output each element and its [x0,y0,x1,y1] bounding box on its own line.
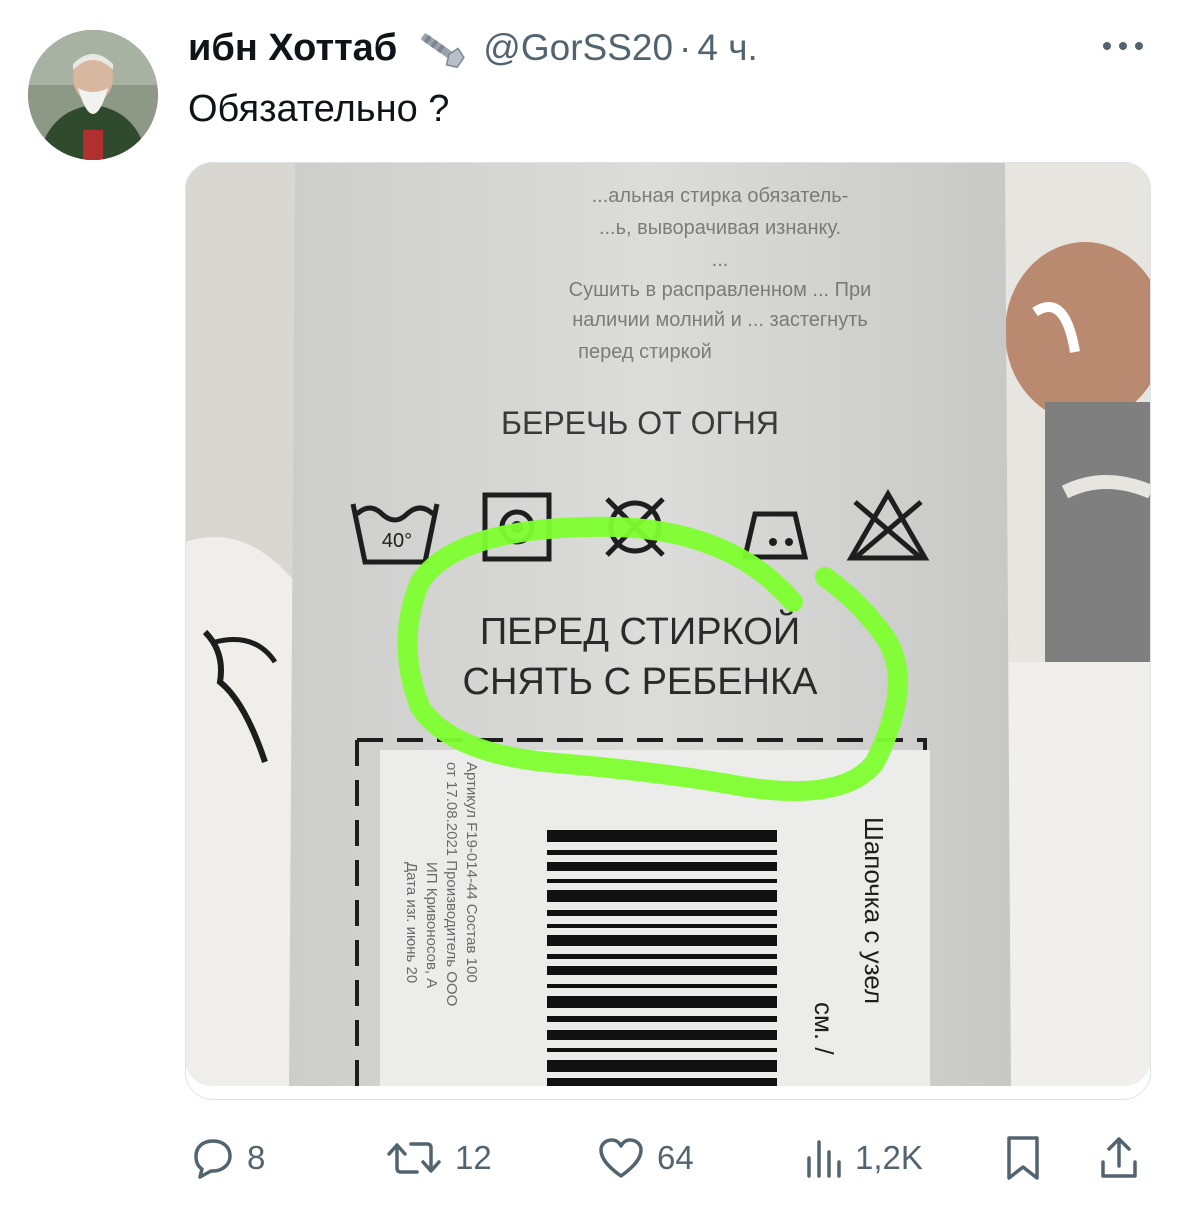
highlight-line-2: СНЯТЬ С РЕБЕНКА [463,661,819,703]
separator-dot: · [679,27,692,68]
highlight-line-1: ПЕРЕД СТИРКОЙ [480,608,800,653]
barcode-text: от 17.08.2021 Производитель ООО [443,762,460,1006]
retweet-button[interactable]: 12 [385,1128,492,1188]
like-count: 64 [657,1139,694,1176]
tweet-header: ибн Хоттаб @GorSS20 · 4 ч. [188,22,758,74]
care-text-line: Сушить в расправленном ... При [569,279,872,301]
avatar[interactable] [28,30,158,160]
bookmark-icon [1003,1134,1043,1182]
views-count: 1,2K [855,1139,923,1176]
wash-temp-text: 40° [382,530,412,552]
action-bar: 8 12 64 1,2K [185,1128,1151,1188]
product-size-text: см. / [809,1002,839,1055]
product-name-text: Шапочка с узел [859,817,889,1004]
clothing-label-photo: ...альная стирка обязатель- ...ь, вывора… [185,162,1151,1086]
care-text-line: ...альная стирка обязатель- [592,185,849,207]
care-text-line: наличии молний и ... застегнуть [572,309,868,331]
share-icon [1097,1134,1141,1182]
bolt-wrench-icon [411,27,469,69]
more-dots-icon[interactable] [1098,28,1148,64]
author-handle[interactable]: @GorSS20 [483,27,673,69]
barcode-text: Артикул F19-014-44 Состав 100 [463,762,480,983]
post-time[interactable]: 4 ч. [697,27,757,69]
bar-chart-icon [803,1136,843,1180]
barcode-text: Дата изг. июнь 20 [403,862,420,983]
reply-count: 8 [247,1139,266,1176]
reply-button[interactable]: 8 [191,1128,265,1188]
comment-icon [191,1136,235,1180]
fire-warning-text: БЕРЕЧЬ ОТ ОГНЯ [501,405,779,441]
share-button[interactable] [1097,1128,1141,1188]
author-name[interactable]: ибн Хоттаб [188,27,397,70]
tweet-text: Обязательно ? [188,88,450,130]
heart-icon [597,1136,645,1180]
retweet-count: 12 [455,1139,492,1176]
care-text-line: ... [712,249,729,271]
barcode-text: ИП Кривоносов, А [423,862,440,988]
care-text-line: ...ь, выворачивая изнанку. [599,217,841,239]
care-text-line: перед стиркой [578,341,712,363]
tweet-photo[interactable]: ...альная стирка обязатель- ...ь, вывора… [185,162,1151,1086]
views-button[interactable]: 1,2K [803,1128,923,1188]
bookmark-button[interactable] [1003,1128,1043,1188]
avatar-image [28,30,158,160]
retweet-icon [385,1136,443,1180]
like-button[interactable]: 64 [597,1128,694,1188]
